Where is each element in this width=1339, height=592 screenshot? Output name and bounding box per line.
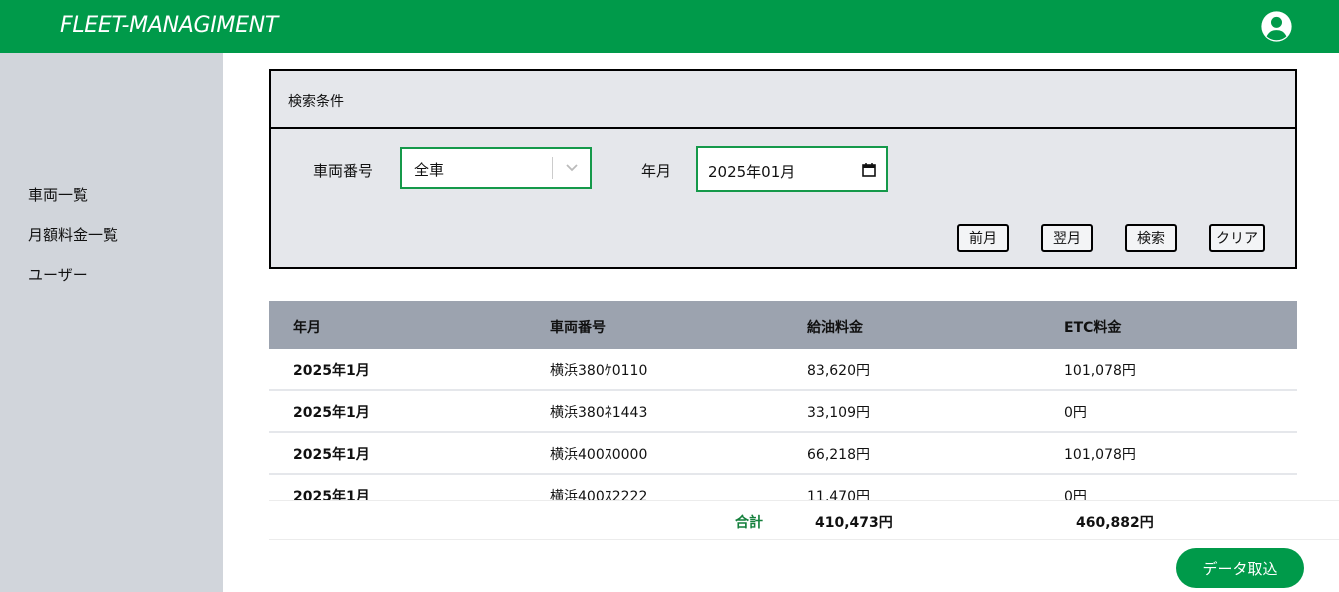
totals-bar: 合計 410,473円 460,882円	[269, 500, 1339, 540]
column-header-fuel-fee: 給油料金	[807, 320, 863, 336]
cell-fuel-fee: 33,109円	[807, 405, 870, 421]
year-month-input-value: 2025年01月	[708, 163, 796, 181]
select-divider	[552, 157, 553, 179]
search-panel: 検索条件 車両番号 全車 年月 2025年01月 前月 翌月 検索 クリア	[269, 69, 1297, 269]
chevron-down-icon[interactable]	[564, 161, 580, 175]
sidebar-item-users[interactable]: ユーザー	[28, 264, 88, 285]
total-etc-fee: 460,882円	[1076, 515, 1154, 531]
table-body: 2025年1月 横浜380ｹ0110 83,620円 101,078円 2025…	[269, 349, 1297, 500]
cell-etc-fee: 101,078円	[1064, 363, 1136, 379]
calendar-icon[interactable]	[861, 162, 877, 178]
year-month-input[interactable]: 2025年01月	[696, 146, 888, 192]
search-panel-title: 検索条件	[288, 94, 344, 110]
cell-etc-fee: 101,078円	[1064, 447, 1136, 463]
sidebar: 車両一覧 月額料金一覧 ユーザー	[0, 53, 223, 592]
table-row[interactable]: 2025年1月 横浜380ｹ0110 83,620円 101,078円	[269, 349, 1297, 391]
vehicle-number-select[interactable]: 全車	[400, 147, 592, 189]
sidebar-item-monthly-fees[interactable]: 月額料金一覧	[28, 224, 118, 245]
column-header-year-month: 年月	[293, 320, 321, 336]
column-header-vehicle-number: 車両番号	[550, 320, 606, 336]
total-fuel-fee: 410,473円	[815, 515, 893, 531]
total-label: 合計	[735, 515, 763, 531]
cell-vehicle-number: 横浜400ｽ0000	[550, 447, 648, 463]
cell-fuel-fee: 11,470円	[807, 489, 870, 500]
vehicle-number-label: 車両番号	[313, 162, 374, 180]
user-circle-icon[interactable]	[1260, 10, 1293, 43]
cell-fuel-fee: 66,218円	[807, 447, 870, 463]
table-row[interactable]: 2025年1月 横浜400ｽ0000 66,218円 101,078円	[269, 433, 1297, 475]
cell-fuel-fee: 83,620円	[807, 363, 870, 379]
table-header: 年月 車両番号 給油料金 ETC料金	[269, 301, 1297, 349]
cell-vehicle-number: 横浜380ﾈ1443	[550, 405, 648, 421]
year-month-label: 年月	[641, 162, 672, 180]
sidebar-item-vehicles[interactable]: 車両一覧	[28, 184, 88, 205]
table-row[interactable]: 2025年1月 横浜380ﾈ1443 33,109円 0円	[269, 391, 1297, 433]
vehicle-number-select-value: 全車	[414, 161, 445, 179]
cell-etc-fee: 0円	[1064, 405, 1087, 421]
table-row[interactable]: 2025年1月 横浜400ｽ2222 11,470円 0円	[269, 475, 1297, 500]
cell-vehicle-number: 横浜400ｽ2222	[550, 489, 648, 500]
app-header: FLEET-MANAGIMENT	[0, 0, 1339, 53]
cell-year-month: 2025年1月	[293, 363, 370, 379]
app-title: FLEET-MANAGIMENT	[60, 13, 279, 38]
cell-year-month: 2025年1月	[293, 405, 370, 421]
data-import-button[interactable]: データ取込	[1176, 548, 1304, 588]
next-month-button[interactable]: 翌月	[1041, 224, 1093, 252]
search-button[interactable]: 検索	[1125, 224, 1177, 252]
column-header-etc-fee: ETC料金	[1064, 320, 1122, 336]
prev-month-button[interactable]: 前月	[957, 224, 1009, 252]
search-panel-header: 検索条件	[271, 71, 1295, 129]
cell-vehicle-number: 横浜380ｹ0110	[550, 363, 648, 379]
clear-button[interactable]: クリア	[1209, 224, 1265, 252]
cell-etc-fee: 0円	[1064, 489, 1087, 500]
cell-year-month: 2025年1月	[293, 447, 370, 463]
cell-year-month: 2025年1月	[293, 489, 370, 500]
